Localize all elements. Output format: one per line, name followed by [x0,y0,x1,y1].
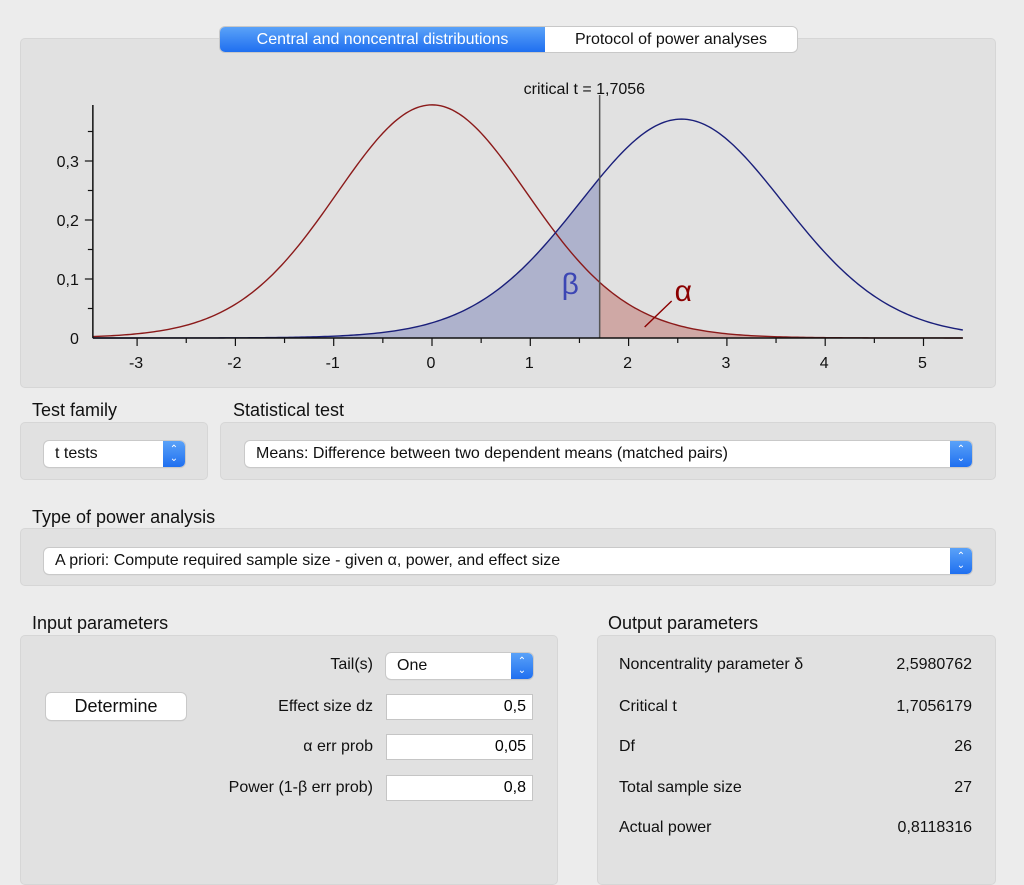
actual-power-value: 0,8118316 [897,819,972,836]
critical-t-label: critical t = 1,7056 [524,81,646,98]
x-tick-label: 2 [623,355,632,372]
df-label: Df [619,738,635,755]
tails-label: Tail(s) [330,656,373,673]
x-tick-label: 5 [918,355,927,372]
statistical-test-label: Statistical test [233,400,345,420]
x-tick-label: 3 [721,355,730,372]
y-tick-label: 0,2 [57,213,79,230]
tab-distributions[interactable]: Central and noncentral distributions [220,27,545,52]
up-down-chevron-icon: ⌃ ⌄ [950,548,972,574]
beta-area [92,178,600,338]
up-down-chevron-icon: ⌃ ⌄ [511,653,533,679]
power-analysis-label: Type of power analysis [32,507,216,527]
x-tick-label: 0 [427,355,436,372]
test-family-select[interactable]: t tests ⌃ ⌄ [44,441,185,467]
x-tick-label: -3 [129,355,143,372]
output-parameters-title: Output parameters [608,613,759,633]
critical-t-label: Critical t [619,698,677,715]
chart-panel: critical t = 1,7056 0 0,1 0,2 0,3 -3 -2 -1 0 1 2 3 4… [20,38,996,388]
test-family-label: Test family [32,400,118,420]
x-tick-label: -1 [326,355,340,372]
up-down-chevron-icon: ⌃ ⌄ [163,441,185,467]
up-down-chevron-icon: ⌃ ⌄ [950,441,972,467]
effect-size-input[interactable] [386,694,533,720]
statistical-test-select[interactable]: Means: Difference between two dependent … [245,441,972,467]
power-analysis-select[interactable]: A priori: Compute required sample size -… [44,548,972,574]
y-tick-label: 0,3 [57,154,79,171]
input-parameters-title: Input parameters [32,613,169,633]
x-tick-label: 4 [820,355,829,372]
tab-protocol[interactable]: Protocol of power analyses [545,27,797,52]
critical-t-value: 1,7056179 [896,698,972,715]
total-sample-size-value: 27 [954,779,972,796]
alpha-label: α err prob [303,738,373,755]
effect-size-label: Effect size dz [278,698,373,715]
power-input[interactable] [386,775,533,801]
df-value: 26 [954,738,972,755]
test-family-value: t tests [55,445,98,462]
x-tick-label: 1 [525,355,534,372]
power-analysis-value: A priori: Compute required sample size -… [55,552,561,569]
power-label: Power (1-β err prob) [228,779,373,796]
distribution-chart: critical t = 1,7056 0 0,1 0,2 0,3 -3 -2 -1 0 1 2 3 4… [57,81,963,372]
y-tick-label: 0,1 [57,272,79,289]
alpha-area [599,282,963,338]
tab-bar: Central and noncentral distributions Pro… [220,27,797,52]
alpha-label: α [675,275,692,308]
tails-select[interactable]: One ⌃ ⌄ [386,653,533,679]
noncentrality-label: Noncentrality parameter δ [619,656,804,673]
x-tick-label: -2 [227,355,241,372]
noncentrality-value: 2,5980762 [896,656,972,673]
y-tick-label: 0 [70,331,79,348]
alpha-input[interactable] [386,734,533,760]
beta-label: β [562,268,579,301]
tails-value: One [397,657,428,674]
total-sample-size-label: Total sample size [619,779,742,796]
actual-power-label: Actual power [619,819,712,836]
statistical-test-value: Means: Difference between two dependent … [256,445,728,462]
